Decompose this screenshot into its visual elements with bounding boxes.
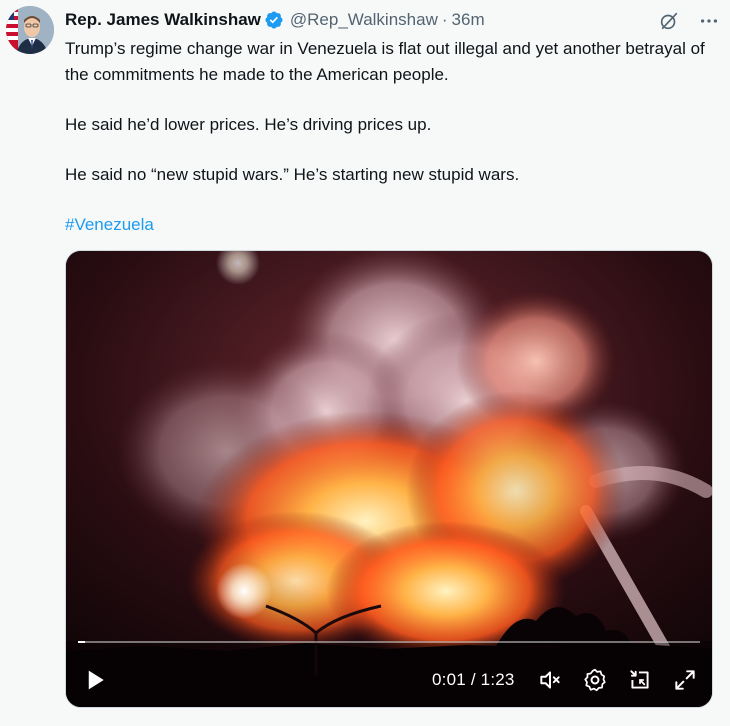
tweet-text: Trump’s regime change war in Venezuela i… bbox=[65, 36, 715, 238]
grok-icon[interactable] bbox=[656, 8, 682, 34]
header-separator: · bbox=[441, 10, 448, 29]
muted-volume-icon[interactable] bbox=[537, 667, 563, 693]
tweet-actions-top bbox=[656, 8, 722, 34]
verified-badge-icon bbox=[264, 10, 284, 30]
fullscreen-icon[interactable] bbox=[672, 667, 698, 693]
tweet-paragraph-2: He said he’d lower prices. He’s driving … bbox=[65, 115, 432, 134]
tweet-paragraph-1: Trump’s regime change war in Venezuela i… bbox=[65, 39, 705, 84]
video-progress-bar[interactable] bbox=[78, 641, 700, 643]
video-current-time: 0:01 bbox=[432, 670, 466, 689]
tweet-card[interactable]: Rep. James Walkinshaw @Rep_Walkinshaw · … bbox=[0, 0, 730, 726]
settings-icon[interactable] bbox=[582, 667, 608, 693]
video-player[interactable]: 0:01 / 1:23 bbox=[65, 250, 713, 708]
tweet-paragraph-3: He said no “new stupid wars.” He’s start… bbox=[65, 165, 520, 184]
more-icon[interactable] bbox=[696, 8, 722, 34]
pip-icon[interactable] bbox=[627, 667, 653, 693]
play-icon[interactable] bbox=[80, 665, 110, 695]
video-progress-fill bbox=[78, 641, 86, 643]
tweet-timestamp[interactable]: 36m bbox=[452, 8, 485, 32]
video-timecode: 0:01 / 1:23 bbox=[432, 668, 515, 692]
video-controls: 0:01 / 1:23 bbox=[66, 655, 712, 707]
video-frame bbox=[66, 251, 712, 707]
avatar[interactable] bbox=[6, 6, 54, 54]
video-duration: 1:23 bbox=[480, 670, 515, 689]
tweet-header: Rep. James Walkinshaw @Rep_Walkinshaw · … bbox=[65, 8, 485, 32]
author-handle[interactable]: @Rep_Walkinshaw bbox=[290, 8, 438, 32]
author-name[interactable]: Rep. James Walkinshaw bbox=[65, 8, 261, 32]
video-time-separator: / bbox=[465, 670, 481, 689]
hashtag-link[interactable]: #Venezuela bbox=[65, 212, 154, 238]
